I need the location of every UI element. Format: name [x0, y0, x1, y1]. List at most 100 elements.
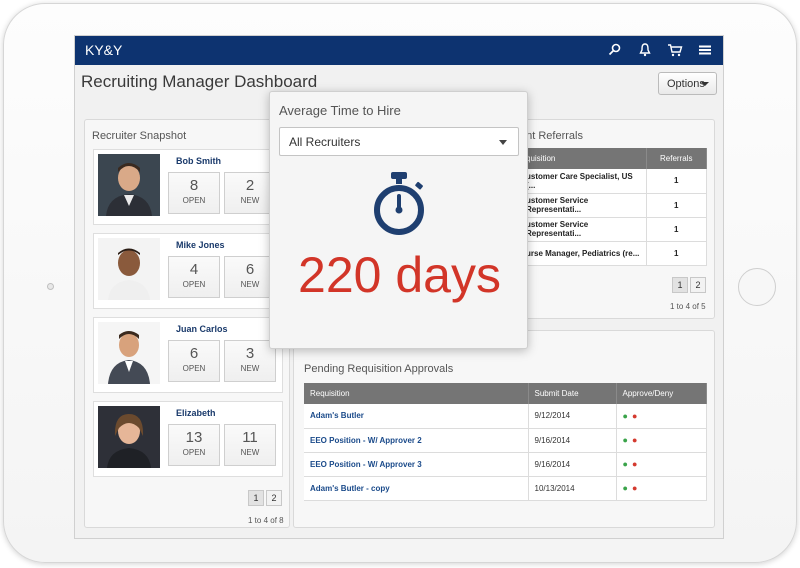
- brand-logo[interactable]: KY&Y: [85, 42, 122, 58]
- open-count: 6: [189, 345, 199, 362]
- avatar: [98, 406, 160, 468]
- avatar: [98, 154, 160, 216]
- new-count: 6: [245, 261, 255, 278]
- table-row[interactable]: EEO Position - W/ Approver 3 9/16/2014 ●…: [304, 452, 707, 477]
- table-row[interactable]: EEO Position - W/ Approver 2 9/16/2014 ●…: [304, 428, 707, 453]
- stopwatch-icon: [371, 170, 427, 238]
- open-count-box[interactable]: 13 OPEN: [168, 424, 220, 466]
- approve-deny-cell: ● ●: [616, 428, 707, 453]
- avatar: [98, 238, 160, 300]
- bell-icon[interactable]: [637, 42, 653, 58]
- open-count-box[interactable]: 4 OPEN: [168, 256, 220, 298]
- approve-icon[interactable]: ●: [623, 435, 628, 445]
- panel-title: Pending Requisition Approvals: [304, 363, 454, 375]
- time-to-hire-card: Average Time to Hire All Recruiters 220 …: [269, 91, 528, 349]
- avatar: [98, 322, 160, 384]
- table-row[interactable]: Adam's Butler - copy 10/13/2014 ● ●: [304, 476, 707, 501]
- search-icon[interactable]: [607, 42, 623, 58]
- pagination: 1 2: [672, 277, 706, 293]
- column-header[interactable]: Approve/Deny: [616, 383, 707, 404]
- pagination: 1 2: [248, 490, 282, 506]
- open-count: 4: [189, 261, 199, 278]
- panel-title: ent Referrals: [520, 130, 583, 142]
- referral-count: 1: [646, 169, 707, 194]
- top-bar: KY&Y: [75, 36, 723, 65]
- open-count-box[interactable]: 8 OPEN: [168, 172, 220, 214]
- recruiter-name[interactable]: Bob Smith: [176, 156, 221, 166]
- page-button-2[interactable]: 2: [266, 490, 282, 506]
- recruiter-card[interactable]: Juan Carlos 6 OPEN 3 NEW: [93, 317, 283, 393]
- approve-deny-cell: ● ●: [616, 404, 707, 429]
- pager-info: 1 to 4 of 5: [670, 302, 706, 311]
- table-row[interactable]: ustomer Care Specialist, US (... 1: [520, 169, 707, 194]
- recruiter-card[interactable]: Mike Jones 4 OPEN 6 NEW: [93, 233, 283, 309]
- requisition-cell[interactable]: urse Manager, Pediatrics (re...: [520, 241, 647, 266]
- card-title: Average Time to Hire: [279, 103, 401, 118]
- requisition-link[interactable]: Adam's Butler - copy: [304, 476, 529, 501]
- open-count-box[interactable]: 6 OPEN: [168, 340, 220, 382]
- approve-deny-cell: ● ●: [616, 452, 707, 477]
- deny-icon[interactable]: ●: [632, 411, 637, 421]
- column-header[interactable]: Requisition: [304, 383, 529, 404]
- approve-icon[interactable]: ●: [623, 411, 628, 421]
- recruiter-name[interactable]: Juan Carlos: [176, 324, 228, 334]
- open-label: OPEN: [182, 364, 206, 373]
- page-title: Recruiting Manager Dashboard: [81, 72, 318, 91]
- recruiter-card[interactable]: Elizabeth 13 OPEN 11 NEW: [93, 401, 283, 477]
- caret-down-icon: [701, 82, 709, 86]
- page-button-1[interactable]: 1: [672, 277, 688, 293]
- new-count: 11: [242, 429, 258, 446]
- table-row[interactable]: ustomer Service Representati... 1: [520, 193, 707, 218]
- table-row[interactable]: urse Manager, Pediatrics (re... 1: [520, 241, 707, 266]
- pending-approvals-panel: Pending Requisition Approvals Requisitio…: [293, 330, 715, 528]
- referral-count: 1: [646, 241, 707, 266]
- submit-date: 9/12/2014: [528, 404, 617, 429]
- page-button-1[interactable]: 1: [248, 490, 264, 506]
- home-button[interactable]: [738, 268, 776, 306]
- open-label: OPEN: [182, 448, 206, 457]
- requisition-cell[interactable]: ustomer Service Representati...: [520, 217, 647, 242]
- column-header[interactable]: Referrals: [646, 148, 707, 169]
- requisition-link[interactable]: EEO Position - W/ Approver 2: [304, 428, 529, 453]
- open-label: OPEN: [182, 280, 206, 289]
- requisition-link[interactable]: Adam's Butler: [304, 404, 529, 429]
- new-count: 3: [245, 345, 255, 362]
- submit-date: 9/16/2014: [528, 428, 617, 453]
- recruiter-name[interactable]: Mike Jones: [176, 240, 225, 250]
- new-count: 2: [245, 177, 255, 194]
- open-count: 13: [185, 429, 203, 446]
- new-label: NEW: [240, 196, 260, 205]
- requisition-cell[interactable]: ustomer Service Representati...: [520, 193, 647, 218]
- approve-icon[interactable]: ●: [623, 459, 628, 469]
- deny-icon[interactable]: ●: [632, 459, 637, 469]
- options-label: Options: [667, 78, 705, 90]
- requisition-link[interactable]: EEO Position - W/ Approver 3: [304, 452, 529, 477]
- recruiter-snapshot-panel: Recruiter Snapshot Bob Smith 8 OPEN 2 NE…: [84, 119, 290, 528]
- deny-icon[interactable]: ●: [632, 483, 637, 493]
- open-count: 8: [189, 177, 199, 194]
- referral-count: 1: [646, 193, 707, 218]
- requisition-cell[interactable]: ustomer Care Specialist, US (...: [520, 169, 647, 194]
- deny-icon[interactable]: ●: [632, 435, 637, 445]
- options-button[interactable]: Options: [658, 72, 717, 95]
- page-button-2[interactable]: 2: [690, 277, 706, 293]
- submit-date: 10/13/2014: [528, 476, 617, 501]
- camera-dot: [47, 283, 54, 290]
- column-header[interactable]: quisition: [520, 148, 647, 169]
- new-label: NEW: [240, 280, 260, 289]
- table-row[interactable]: Adam's Butler 9/12/2014 ● ●: [304, 404, 707, 429]
- column-header[interactable]: Submit Date: [528, 383, 617, 404]
- new-label: NEW: [240, 448, 260, 457]
- menu-icon[interactable]: [697, 42, 713, 58]
- recruiter-card[interactable]: Bob Smith 8 OPEN 2 NEW: [93, 149, 283, 225]
- cart-icon[interactable]: [667, 42, 683, 58]
- recruiter-filter-select[interactable]: All Recruiters: [279, 127, 519, 156]
- referrals-table: quisition Referrals ustomer Care Special…: [520, 148, 707, 266]
- table-row[interactable]: ustomer Service Representati... 1: [520, 217, 707, 242]
- panel-title: Recruiter Snapshot: [92, 130, 187, 142]
- approve-icon[interactable]: ●: [623, 483, 628, 493]
- recruiter-name[interactable]: Elizabeth: [176, 408, 216, 418]
- new-count-box[interactable]: 11 NEW: [224, 424, 276, 466]
- submit-date: 9/16/2014: [528, 452, 617, 477]
- open-label: OPEN: [182, 196, 206, 205]
